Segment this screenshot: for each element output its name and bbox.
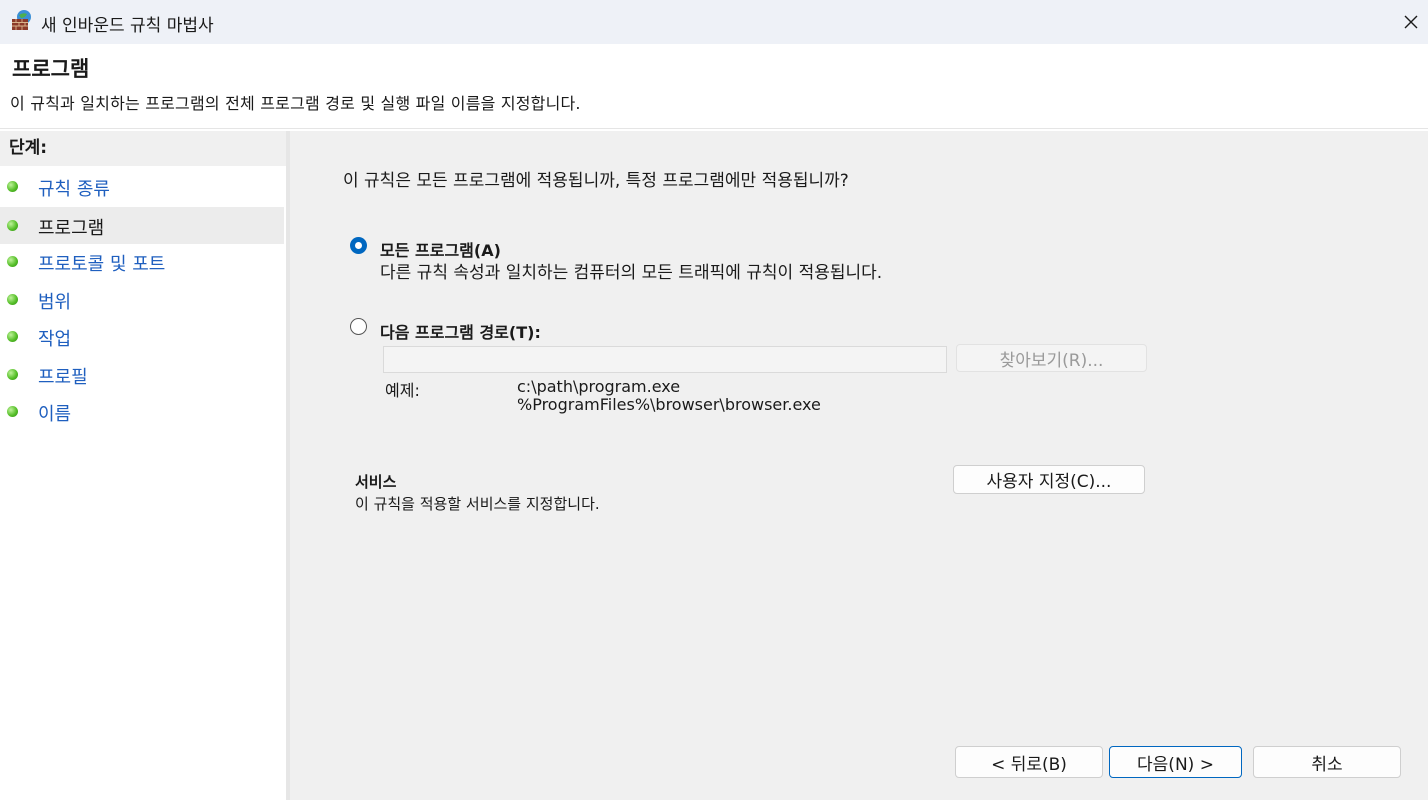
window-title: 새 인바운드 규칙 마법사 — [41, 16, 214, 36]
steps-sidebar: 단계: 규칙 종류 프로그램 프로토콜 및 포트 범위 작업 프로필 이름 — [0, 131, 286, 800]
next-button[interactable]: 다음(N) > — [1109, 746, 1242, 778]
program-path-label[interactable]: 다음 프로그램 경로(T): — [380, 319, 541, 343]
step-status-icon — [7, 294, 18, 305]
customize-services-button[interactable]: 사용자 지정(C)... — [953, 465, 1145, 494]
step-rule-type[interactable]: 규칙 종류 — [0, 168, 284, 205]
step-label: 규칙 종류 — [38, 179, 110, 200]
step-status-icon — [7, 369, 18, 380]
close-button[interactable] — [1394, 0, 1428, 44]
back-button[interactable]: < 뒤로(B) — [955, 746, 1103, 778]
step-protocol-port[interactable]: 프로토콜 및 포트 — [0, 243, 284, 280]
example-path-1: c:\path\program.exe — [517, 377, 681, 396]
step-label: 프로토콜 및 포트 — [38, 254, 166, 275]
browse-button[interactable]: 찾아보기(R)... — [956, 344, 1147, 372]
step-status-icon — [7, 406, 18, 417]
program-path-radio[interactable] — [350, 318, 367, 335]
step-status-icon — [7, 181, 18, 192]
header-divider — [0, 128, 1428, 129]
program-path-input[interactable] — [383, 346, 947, 373]
all-programs-radio[interactable] — [350, 237, 367, 254]
step-label: 범위 — [38, 292, 72, 313]
page-description: 이 규칙과 일치하는 프로그램의 전체 프로그램 경로 및 실행 파일 이름을 … — [10, 94, 581, 113]
scope-question: 이 규칙은 모든 프로그램에 적용됩니까, 특정 프로그램에만 적용됩니까? — [343, 171, 849, 191]
services-description: 이 규칙을 적용할 서비스를 지정합니다. — [355, 495, 600, 513]
title-bar: 새 인바운드 규칙 마법사 — [0, 0, 1428, 44]
step-status-icon — [7, 256, 18, 267]
cancel-button[interactable]: 취소 — [1253, 746, 1401, 778]
step-label: 프로필 — [38, 367, 88, 388]
close-icon — [1404, 15, 1418, 29]
page-title: 프로그램 — [12, 57, 90, 81]
main-panel: 이 규칙은 모든 프로그램에 적용됩니까, 특정 프로그램에만 적용됩니까? 모… — [290, 131, 1428, 800]
step-label: 작업 — [38, 329, 72, 350]
all-programs-description: 다른 규칙 속성과 일치하는 컴퓨터의 모든 트래픽에 규칙이 적용됩니다. — [380, 263, 883, 283]
step-name[interactable]: 이름 — [0, 393, 284, 430]
step-label: 이름 — [38, 404, 72, 425]
example-label: 예제: — [385, 381, 420, 400]
firewall-globe-icon — [12, 10, 31, 30]
step-profile[interactable]: 프로필 — [0, 356, 284, 393]
page-header: 프로그램 이 규칙과 일치하는 프로그램의 전체 프로그램 경로 및 실행 파일… — [0, 44, 1428, 130]
step-action[interactable]: 작업 — [0, 318, 284, 355]
step-label: 프로그램 — [38, 218, 105, 239]
step-status-icon — [7, 220, 18, 231]
step-program[interactable]: 프로그램 — [0, 207, 284, 244]
step-status-icon — [7, 331, 18, 342]
example-path-2: %ProgramFiles%\browser\browser.exe — [517, 395, 821, 414]
steps-heading: 단계: — [0, 131, 286, 166]
services-title: 서비스 — [355, 473, 397, 491]
step-scope[interactable]: 범위 — [0, 281, 284, 318]
